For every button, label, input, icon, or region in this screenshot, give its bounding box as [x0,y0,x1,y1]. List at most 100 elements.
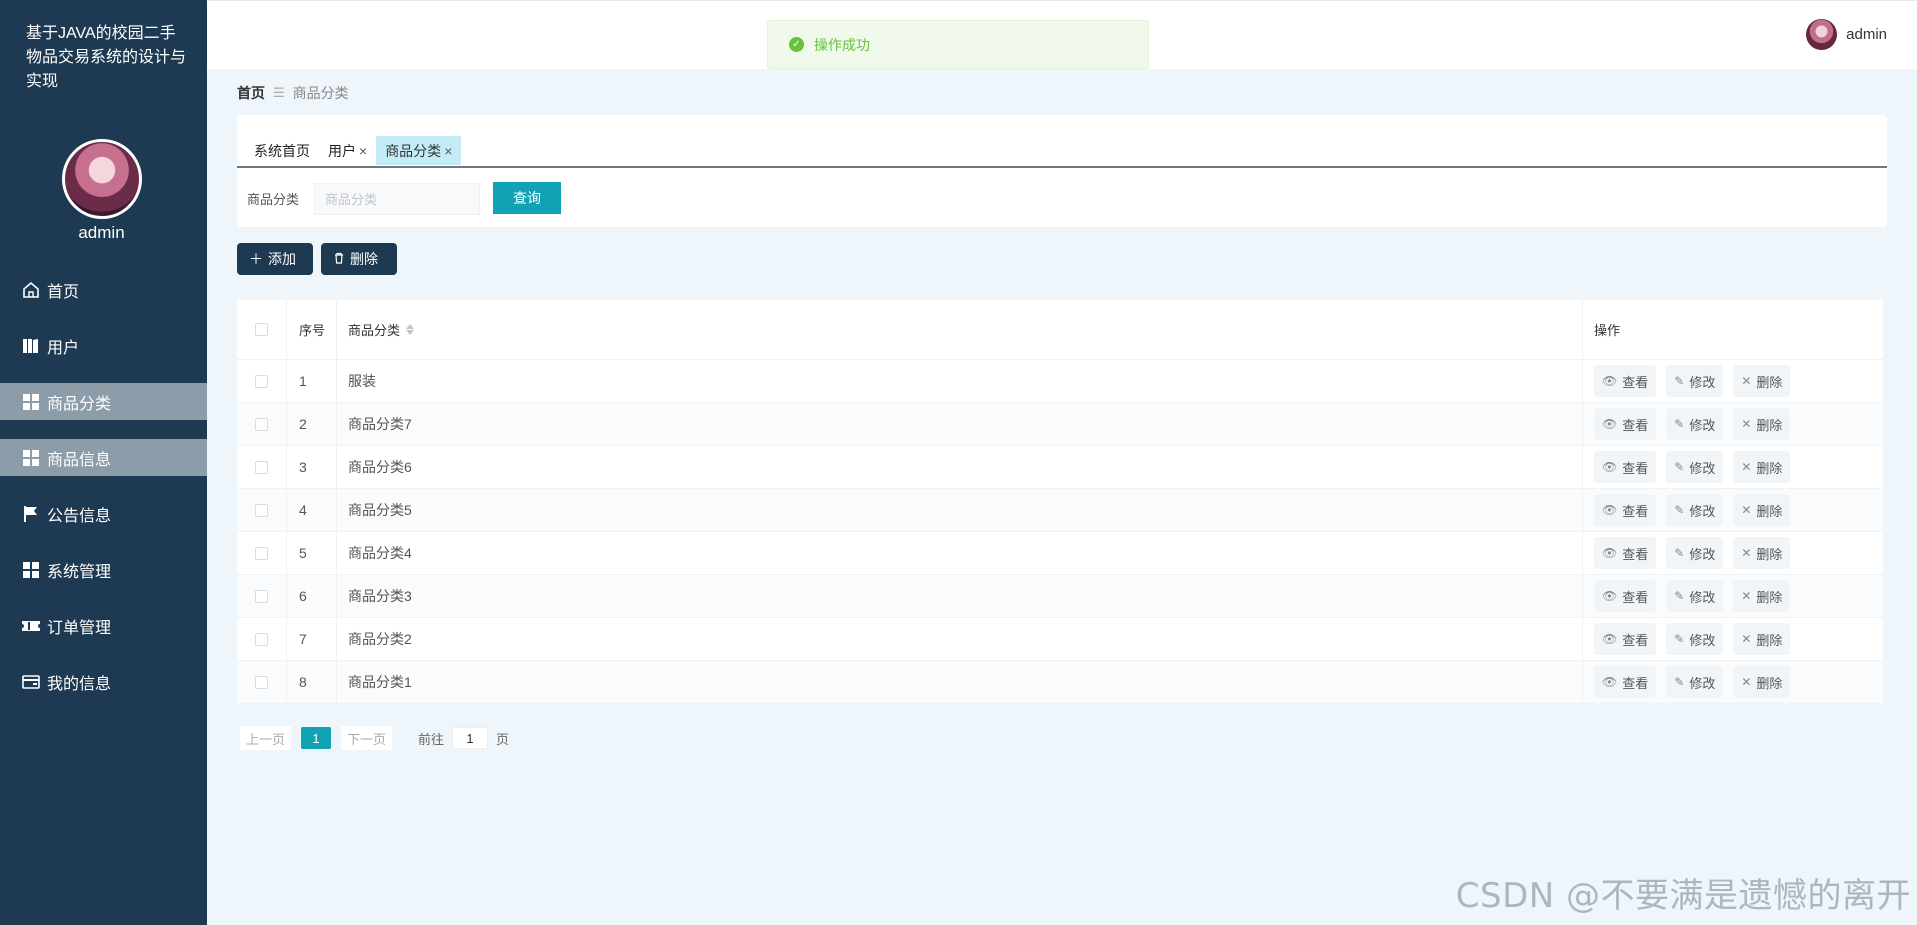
edit-button[interactable]: ✎ 修改 [1666,365,1724,397]
delete-button-label: 删除 [350,251,378,267]
edit-label: 修改 [1689,460,1716,476]
close-icon: ✕ [1741,374,1752,388]
close-icon[interactable]: × [359,143,367,159]
avatar [1806,19,1838,50]
edit-button[interactable]: ✎ 修改 [1666,494,1724,526]
sidebar-item-label: 用户 [47,339,80,357]
view-button[interactable]: 👁 查看 [1594,666,1657,698]
search-input[interactable] [314,183,480,215]
close-icon: ✕ [1741,589,1752,603]
grid-icon [20,559,42,581]
row-checkbox[interactable] [255,632,268,646]
view-button[interactable]: 👁 查看 [1594,623,1657,655]
prev-page-button[interactable]: 上一页 [240,726,292,750]
close-icon[interactable]: × [444,143,452,159]
close-icon: ✕ [1741,417,1752,431]
tab-dashboard[interactable]: 系统首页 [245,136,319,165]
delete-button[interactable]: ✕ 删除 [1733,451,1791,483]
watermark: CSDN @不要满是遗憾的离开 [1455,876,1911,916]
sidebar-item-home[interactable]: 首页 [0,271,207,308]
tab-label: 系统首页 [254,142,310,159]
batch-delete-button[interactable]: 删除 [321,243,397,275]
sidebar-item-orders[interactable]: 订单管理 [0,607,207,644]
delete-button[interactable]: ✕ 删除 [1733,623,1791,655]
edit-button[interactable]: ✎ 修改 [1666,537,1724,569]
search-label: 商品分类 [247,192,300,207]
table-body: 1 服装 👁 查看 ✎ 修改 ✕ 删除 2 商品分类7 👁 查看 ✎ 修改 ✕ 删除 3 商品分类6 👁 查看 ✎ 修改 ✕… [237,360,1883,704]
row-category-name: 服装 [337,360,1583,402]
sidebar-item-category[interactable]: 商品分类 [0,383,207,420]
breadcrumb-current: 商品分类 [292,85,349,101]
user-menu[interactable]: admin [1806,19,1887,50]
sidebar-item-goods[interactable]: 商品信息 [0,439,207,476]
delete-label: 删除 [1756,632,1783,648]
edit-icon: ✎ [1674,460,1685,474]
edit-button[interactable]: ✎ 修改 [1666,451,1724,483]
view-label: 查看 [1622,546,1649,562]
row-actions: 👁 查看 ✎ 修改 ✕ 删除 [1583,532,1883,574]
query-button[interactable]: 查询 [493,182,561,214]
view-button[interactable]: 👁 查看 [1594,494,1657,526]
row-checkbox[interactable] [255,417,268,431]
row-checkbox[interactable] [255,374,268,388]
search-card: 系统首页 用户 × 商品分类 × 商品分类 查询 [237,115,1887,227]
view-button[interactable]: 👁 查看 [1594,365,1657,397]
edit-button[interactable]: ✎ 修改 [1666,580,1724,612]
table-row: 2 商品分类7 👁 查看 ✎ 修改 ✕ 删除 [237,403,1883,446]
select-all-checkbox[interactable] [255,323,268,336]
check-circle-icon: ✓ [789,37,804,52]
breadcrumb: 首页 ☰ 商品分类 [237,83,349,103]
delete-button[interactable]: ✕ 删除 [1733,408,1791,440]
edit-button[interactable]: ✎ 修改 [1666,623,1724,655]
eye-icon: 👁 [1602,589,1618,603]
delete-button[interactable]: ✕ 删除 [1733,365,1791,397]
edit-button[interactable]: ✎ 修改 [1666,666,1724,698]
delete-button[interactable]: ✕ 删除 [1733,494,1791,526]
row-index: 4 [287,489,337,531]
edit-label: 修改 [1689,589,1716,605]
row-checkbox[interactable] [255,546,268,560]
view-label: 查看 [1622,460,1649,476]
tab-category[interactable]: 商品分类 × [376,136,462,165]
breadcrumb-home[interactable]: 首页 [237,83,265,103]
row-category-name: 商品分类5 [337,489,1583,531]
delete-button[interactable]: ✕ 删除 [1733,537,1791,569]
sidebar-item-label: 系统管理 [47,563,112,581]
view-button[interactable]: 👁 查看 [1594,451,1657,483]
sidebar-item-system[interactable]: 系统管理 [0,551,207,588]
breadcrumb-separator-icon: ☰ [273,85,285,100]
success-toast: ✓ 操作成功 [767,20,1149,69]
view-button[interactable]: 👁 查看 [1594,408,1657,440]
column-header-ops: 操作 [1594,323,1621,338]
row-category-name: 商品分类7 [337,403,1583,445]
view-button[interactable]: 👁 查看 [1594,580,1657,612]
next-page-button[interactable]: 下一页 [341,726,393,750]
eye-icon: 👁 [1602,374,1618,388]
delete-button[interactable]: ✕ 删除 [1733,580,1791,612]
page-number-current[interactable]: 1 [301,727,332,749]
delete-button[interactable]: ✕ 删除 [1733,666,1791,698]
sidebar-item-label: 首页 [47,283,80,301]
delete-label: 删除 [1756,417,1783,433]
sidebar-item-profile[interactable]: 我的信息 [0,663,207,700]
edit-button[interactable]: ✎ 修改 [1666,408,1724,440]
row-checkbox[interactable] [255,460,268,474]
tab-users[interactable]: 用户 × [319,136,376,165]
header-username: admin [1846,26,1887,43]
pagination: 上一页 1 下一页 前往 页 [240,726,509,750]
close-icon: ✕ [1741,632,1752,646]
view-button[interactable]: 👁 查看 [1594,537,1657,569]
goto-page-input[interactable] [452,727,489,749]
sidebar-item-users[interactable]: 用户 [0,327,207,364]
row-checkbox[interactable] [255,675,268,689]
row-checkbox[interactable] [255,503,268,517]
avatar[interactable] [62,139,142,219]
sidebar-item-notice[interactable]: 公告信息 [0,495,207,532]
edit-icon: ✎ [1674,589,1685,603]
sidebar: 基于JAVA的校园二手物品交易系统的设计与实现 admin 首页 用户 商品分类… [0,0,207,925]
row-index: 5 [287,532,337,574]
column-header-name[interactable]: 商品分类 [337,300,1583,359]
add-button[interactable]: ＋ 添加 [237,243,313,275]
sort-icon[interactable] [406,324,415,335]
row-checkbox[interactable] [255,589,268,603]
